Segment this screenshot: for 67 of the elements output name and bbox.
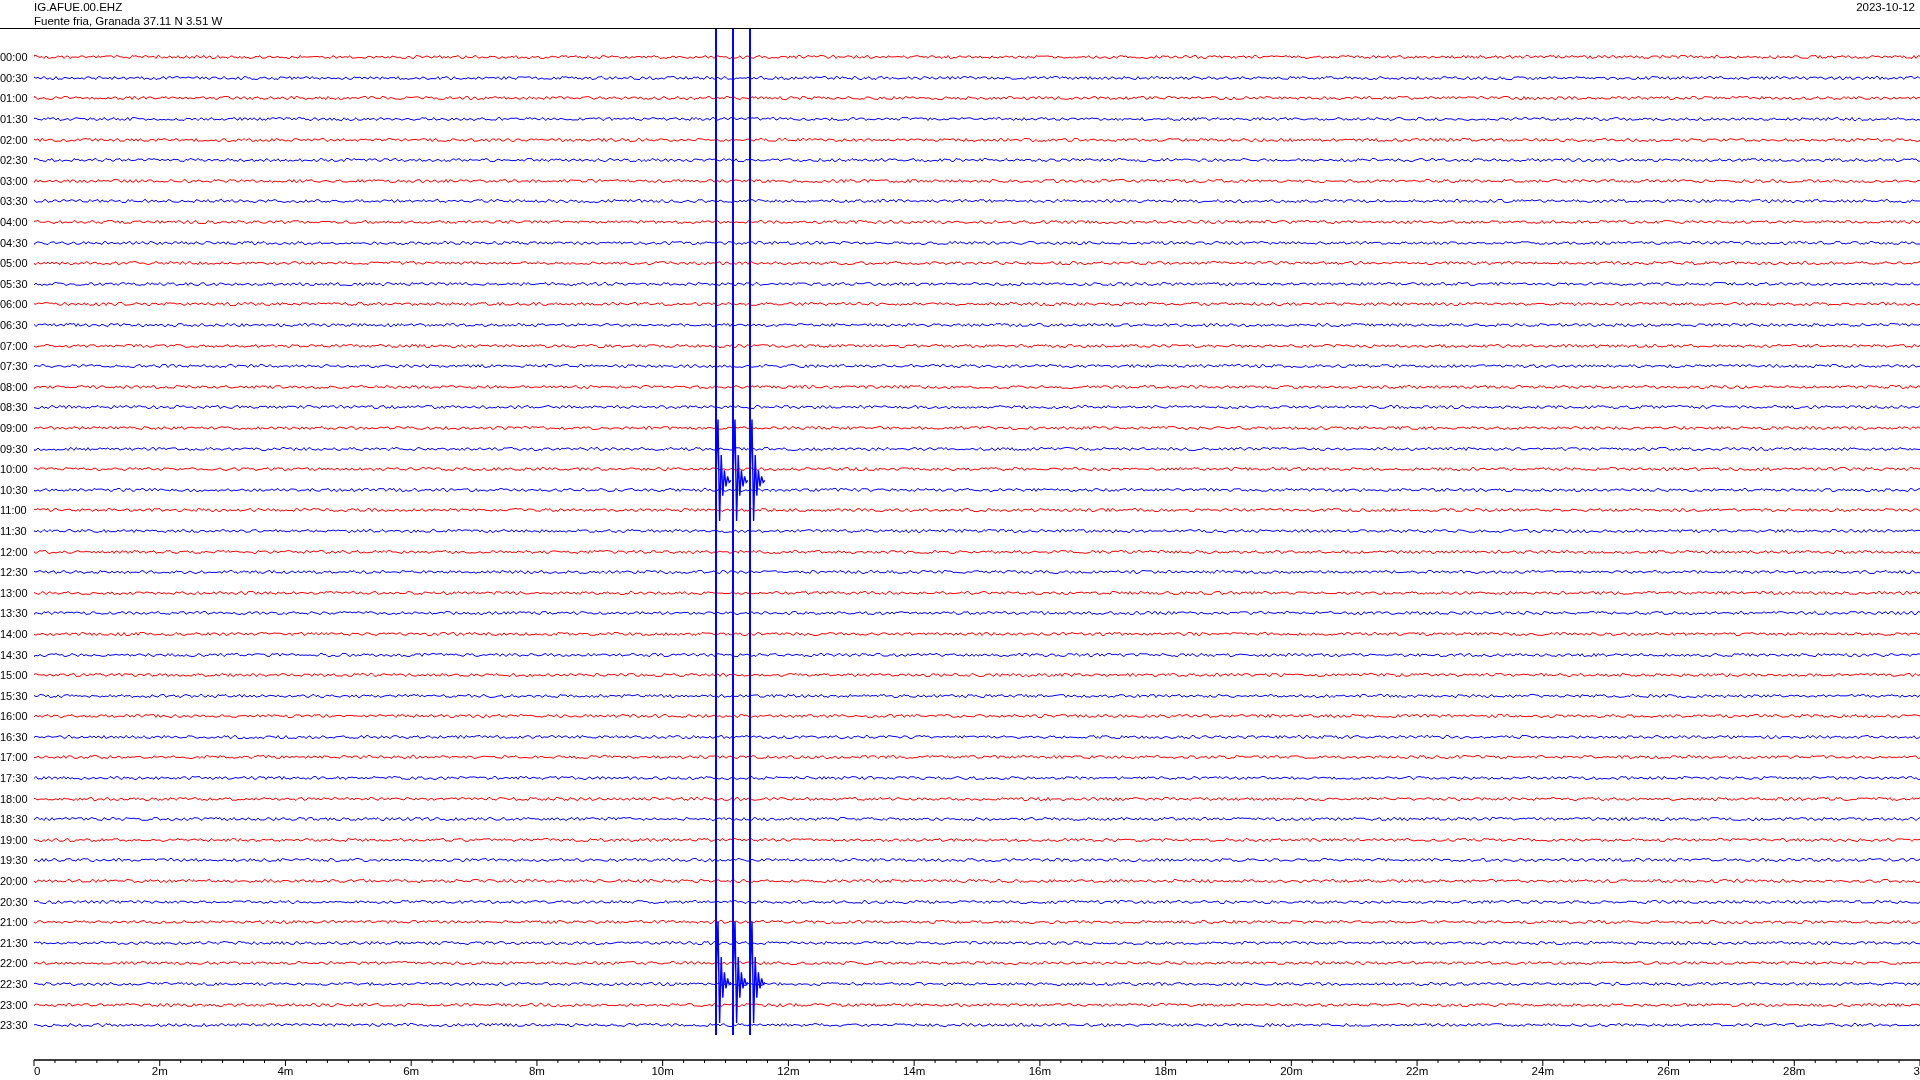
time-label: 22:00	[0, 957, 29, 970]
axis-label: 0	[34, 1064, 41, 1077]
time-label: 06:30	[0, 319, 29, 331]
time-label: 07:00	[0, 339, 29, 352]
time-label: 08:30	[0, 401, 29, 414]
axis-label: 28m	[1783, 1064, 1806, 1077]
time-label: 10:30	[0, 483, 29, 496]
time-label: 07:30	[0, 360, 29, 373]
time-label: 16:30	[0, 730, 29, 743]
station-location: Fuente fria, Granada 37.11 N 3.51 W	[34, 14, 223, 28]
time-label: 18:00	[0, 792, 29, 805]
time-label: 15:30	[0, 689, 29, 702]
time-label: 21:00	[0, 916, 29, 929]
axis-label: 12m	[777, 1064, 800, 1077]
time-label: 15:00	[0, 669, 29, 682]
time-label: 02:00	[0, 133, 29, 146]
time-label: 11:00	[0, 504, 28, 517]
time-label: 01:30	[0, 113, 29, 126]
time-label: 04:30	[0, 236, 29, 249]
axis-label: 24m	[1531, 1064, 1554, 1077]
time-label: 14:30	[0, 648, 29, 661]
time-label: 10:00	[0, 463, 29, 476]
time-label: 09:00	[0, 422, 29, 434]
time-label: 01:00	[0, 92, 29, 105]
time-label: 17:00	[0, 751, 29, 764]
axis-label: 22m	[1405, 1064, 1429, 1077]
plot-date: 2023-10-12	[1856, 0, 1915, 15]
time-label: 09:30	[0, 442, 29, 455]
time-label: 03:30	[0, 195, 29, 208]
time-label: 14:00	[0, 627, 29, 640]
time-label: 05:30	[0, 277, 29, 290]
axis-label: 14m	[902, 1064, 926, 1077]
time-label: 05:00	[0, 257, 29, 270]
time-label: 03:00	[0, 174, 29, 187]
axis-label: 8m	[528, 1064, 545, 1077]
time-label: 12:30	[0, 566, 29, 579]
time-label: 02:30	[0, 154, 29, 167]
time-label: 12:00	[0, 545, 29, 558]
time-label: 23:30	[0, 1019, 29, 1032]
axis-label: 2m	[151, 1064, 168, 1077]
time-label: 04:00	[0, 216, 29, 229]
time-label: 13:30	[0, 607, 29, 620]
time-label: 19:30	[0, 854, 29, 867]
axis-label: 3	[1913, 1064, 1920, 1077]
station-code: IG.AFUE.00.EHZ	[34, 0, 124, 14]
time-label: 16:00	[0, 710, 29, 723]
time-label: 20:30	[0, 895, 29, 908]
axis-label: 20m	[1280, 1064, 1303, 1077]
time-label: 11:30	[0, 524, 28, 537]
time-label: 18:30	[0, 813, 29, 826]
time-label: 20:00	[0, 875, 29, 888]
axis-label: 10m	[651, 1064, 674, 1077]
time-label: 08:00	[0, 380, 29, 393]
time-label: 21:30	[0, 936, 29, 949]
axis-label: 18m	[1154, 1064, 1177, 1077]
axis-label: 4m	[277, 1064, 294, 1077]
time-label: 23:00	[0, 998, 29, 1011]
time-label: 19:00	[0, 833, 29, 846]
time-label: 00:00	[0, 51, 29, 64]
time-label: 06:00	[0, 298, 29, 311]
time-label: 22:30	[0, 978, 29, 990]
time-label: 17:30	[0, 772, 29, 785]
time-label: 00:30	[0, 71, 29, 84]
axis-label: 6m	[403, 1064, 420, 1077]
time-label: 13:00	[0, 586, 29, 599]
axis-label: 26m	[1657, 1064, 1680, 1077]
axis-label: 16m	[1028, 1064, 1052, 1077]
